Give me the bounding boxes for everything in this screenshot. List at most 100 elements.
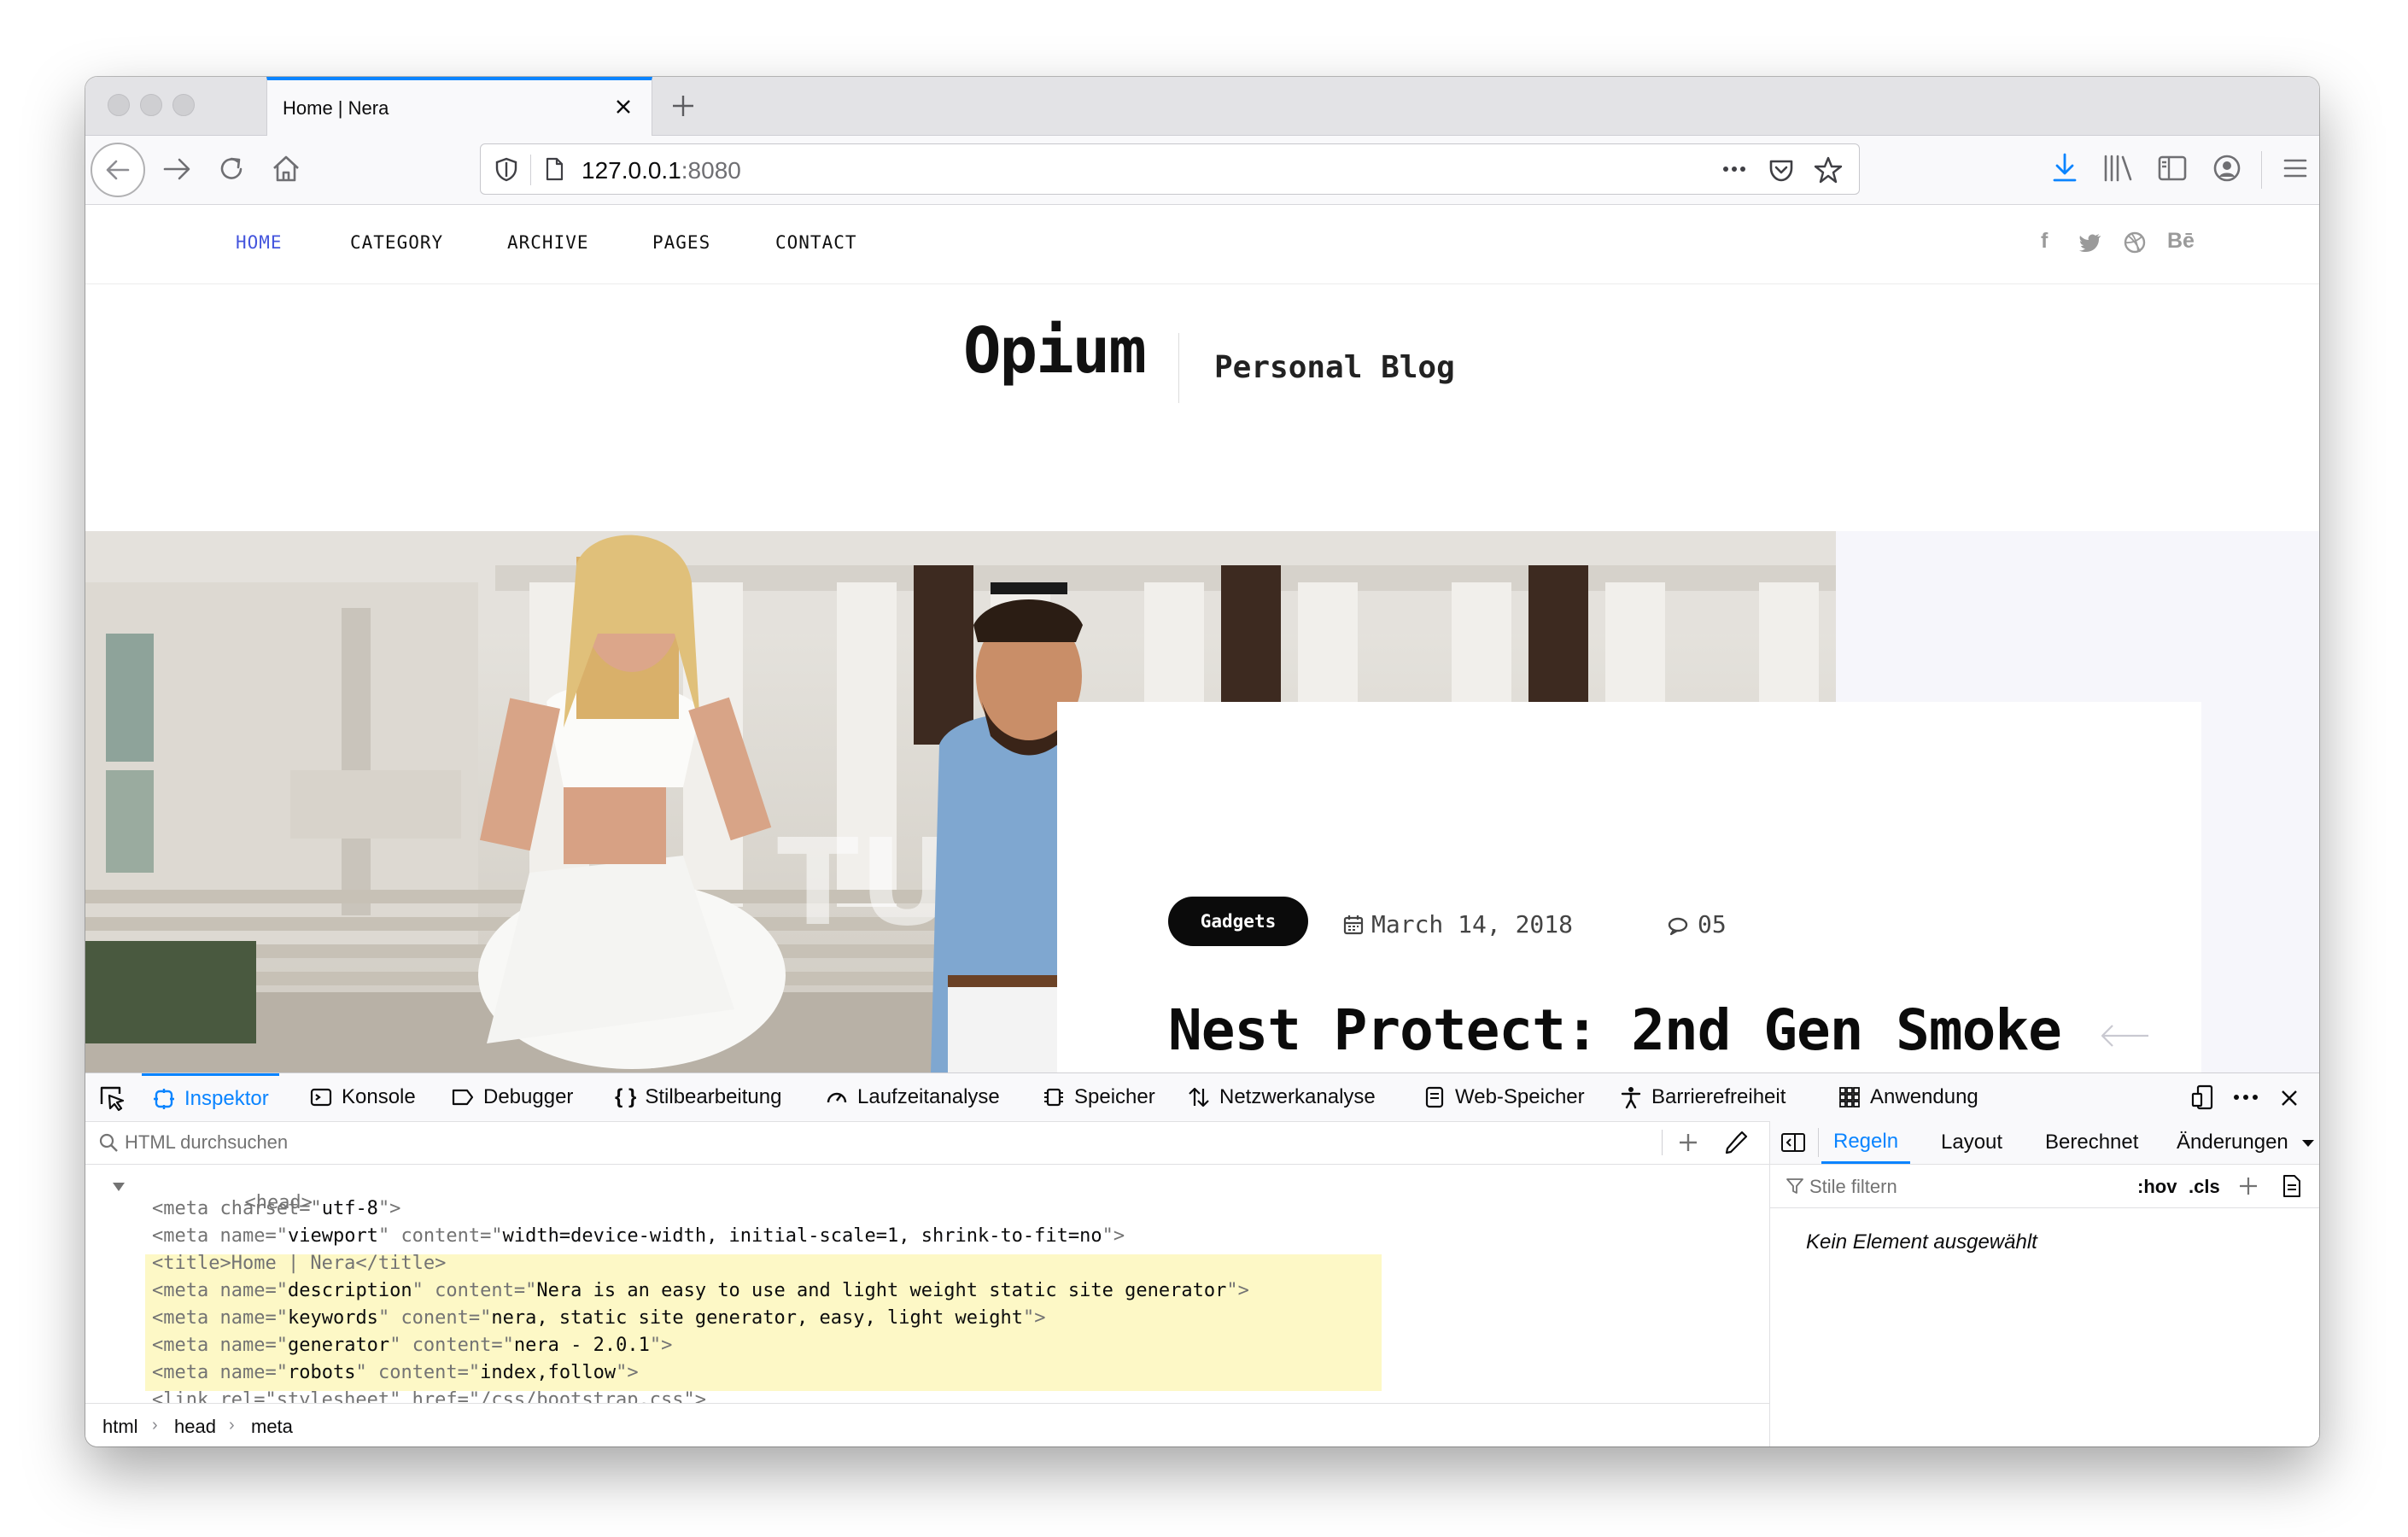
shield-icon[interactable] bbox=[493, 155, 520, 183]
markup-line-3[interactable]: <title>Home | Nera</title> bbox=[152, 1253, 446, 1274]
toggle-panes-icon[interactable] bbox=[1780, 1131, 1806, 1154]
close-devtools-icon[interactable] bbox=[2276, 1085, 2302, 1111]
back-button[interactable] bbox=[91, 143, 145, 197]
text-node: Home | Nera bbox=[231, 1253, 356, 1274]
tabs-overflow-icon[interactable] bbox=[2301, 1138, 2315, 1148]
slider-prev-arrow-icon[interactable] bbox=[2099, 1023, 2150, 1049]
library-icon[interactable] bbox=[2099, 149, 2136, 187]
markup-tree[interactable]: <head> <meta charset="utf-8"> <meta name… bbox=[85, 1166, 1769, 1403]
markup-line-5[interactable]: <meta name="keywords" conent="nera, stat… bbox=[152, 1307, 1045, 1329]
markup-line-7[interactable]: <meta name="robots" content="index,follo… bbox=[152, 1362, 639, 1383]
node-breadcrumbs: html › head › meta bbox=[85, 1403, 1769, 1446]
no-element-selected-message: Kein Element ausgewählt bbox=[1806, 1230, 2037, 1254]
punct: =" bbox=[513, 1280, 537, 1301]
breadcrumb-html[interactable]: html bbox=[102, 1416, 138, 1438]
bookmark-star-icon[interactable] bbox=[1813, 155, 1844, 184]
tab-web-speicher[interactable]: Web-Speicher bbox=[1423, 1073, 1585, 1121]
attr-name: name bbox=[219, 1307, 266, 1329]
attr-value: nera - 2.0.1 bbox=[513, 1335, 650, 1356]
menu-icon[interactable] bbox=[2276, 149, 2314, 187]
punct: =" bbox=[265, 1280, 288, 1301]
nav-pages[interactable]: PAGES bbox=[652, 232, 710, 253]
html-search-input[interactable]: HTML durchsuchen bbox=[125, 1131, 288, 1154]
tab-laufzeitanalyse[interactable]: Laufzeitanalyse bbox=[825, 1073, 1000, 1121]
behance-icon[interactable]: Bē bbox=[2167, 229, 2195, 254]
markup-line-2[interactable]: <meta name="viewport" content="width=dev… bbox=[152, 1225, 1125, 1247]
zoom-window-button[interactable] bbox=[172, 94, 195, 116]
print-media-icon[interactable] bbox=[2281, 1174, 2303, 1198]
tab-speicher[interactable]: Speicher bbox=[1042, 1073, 1155, 1121]
tab-stilbearbeitung[interactable]: { } Stilbearbeitung bbox=[615, 1073, 781, 1121]
attr-name: content bbox=[400, 1225, 481, 1247]
expand-arrow-icon[interactable] bbox=[111, 1181, 126, 1193]
page-icon[interactable] bbox=[541, 155, 568, 183]
dribbble-icon[interactable] bbox=[2123, 231, 2147, 254]
nav-home[interactable]: HOME bbox=[236, 232, 283, 253]
tag: <title> bbox=[152, 1253, 231, 1274]
tab-regeln[interactable]: Regeln bbox=[1821, 1121, 1911, 1164]
nav-contact[interactable]: CONTACT bbox=[775, 232, 857, 253]
tab-layout[interactable]: Layout bbox=[1941, 1121, 2002, 1164]
tab-debugger[interactable]: Debugger bbox=[451, 1073, 573, 1121]
comments-icon bbox=[1668, 917, 1688, 936]
breadcrumb-head[interactable]: head bbox=[174, 1416, 216, 1438]
tab-close-icon[interactable] bbox=[611, 94, 636, 120]
add-rule-icon[interactable] bbox=[2236, 1174, 2260, 1198]
add-node-icon[interactable] bbox=[1675, 1130, 1701, 1155]
forward-icon[interactable] bbox=[157, 149, 196, 189]
tab-netzwerkanalyse[interactable]: Netzwerkanalyse bbox=[1187, 1073, 1376, 1121]
markup-line-1[interactable]: <meta charset="utf-8"> bbox=[152, 1198, 400, 1219]
minimize-window-button[interactable] bbox=[140, 94, 162, 116]
punct: =" bbox=[265, 1335, 288, 1356]
close-window-button[interactable] bbox=[108, 94, 130, 116]
performance-icon bbox=[827, 1092, 847, 1103]
page-actions-icon[interactable] bbox=[1719, 155, 1750, 183]
element-picker-icon[interactable] bbox=[97, 1084, 126, 1113]
url-text[interactable]: 127.0.0.1:8080 bbox=[582, 157, 741, 184]
style-filter-bar[interactable]: Stile filtern :hov .cls bbox=[1770, 1165, 2319, 1208]
url-bar[interactable]: 127.0.0.1:8080 bbox=[480, 143, 1860, 195]
new-tab-icon[interactable] bbox=[666, 89, 700, 123]
twitter-icon[interactable] bbox=[2078, 232, 2102, 253]
tab-konsole[interactable]: Konsole bbox=[309, 1073, 416, 1121]
console-icon bbox=[310, 1088, 332, 1107]
pocket-icon[interactable] bbox=[1767, 155, 1796, 184]
more-options-icon[interactable] bbox=[2230, 1085, 2261, 1109]
download-icon[interactable] bbox=[2048, 149, 2082, 187]
site-brand[interactable]: Opium bbox=[963, 314, 1147, 388]
markup-line-8[interactable]: <link rel="stylesheet" href="/css/bootst… bbox=[152, 1389, 706, 1403]
eyedropper-icon[interactable] bbox=[1723, 1130, 1749, 1155]
reload-icon[interactable] bbox=[212, 149, 251, 189]
tab-anwendung[interactable]: Anwendung bbox=[1838, 1073, 1978, 1121]
tab-aenderungen[interactable]: Änderungen bbox=[2177, 1121, 2288, 1164]
category-badge[interactable]: Gadgets bbox=[1168, 897, 1308, 946]
nav-archive[interactable]: ARCHIVE bbox=[507, 232, 589, 253]
responsive-design-icon[interactable] bbox=[2189, 1084, 2217, 1111]
tab-stilbearbeitung-label: Stilbearbeitung bbox=[645, 1085, 782, 1108]
breadcrumb-meta[interactable]: meta bbox=[251, 1416, 293, 1438]
chevron-right-icon: › bbox=[152, 1416, 158, 1435]
tab-inspektor[interactable]: Inspektor bbox=[142, 1073, 279, 1121]
html-search-bar[interactable]: HTML durchsuchen bbox=[85, 1121, 1769, 1165]
class-toggle[interactable]: .cls bbox=[2189, 1176, 2220, 1198]
hover-state-toggle[interactable]: :hov bbox=[2137, 1176, 2177, 1198]
search-icon bbox=[99, 1133, 118, 1152]
home-icon[interactable] bbox=[266, 149, 306, 189]
tab-berechnet[interactable]: Berechnet bbox=[2045, 1121, 2138, 1164]
account-icon[interactable] bbox=[2208, 149, 2246, 187]
punct: " bbox=[377, 1307, 401, 1329]
attr-value: keywords bbox=[287, 1307, 378, 1329]
style-filter-input[interactable]: Stile filtern bbox=[1809, 1176, 1897, 1198]
tab-debugger-label: Debugger bbox=[483, 1085, 574, 1108]
punct: =" bbox=[480, 1225, 503, 1247]
post-title[interactable]: Nest Protect: 2nd Gen Smoke + CO Alarm bbox=[1168, 992, 2107, 1072]
markup-line-6[interactable]: <meta name="generator" content="nera - 2… bbox=[152, 1335, 672, 1356]
facebook-icon[interactable]: f bbox=[2041, 229, 2048, 254]
tab-barrierefreiheit[interactable]: Barrierefreiheit bbox=[1619, 1073, 1786, 1121]
sidebar-icon[interactable] bbox=[2154, 149, 2191, 187]
punct: =" bbox=[491, 1335, 514, 1356]
nav-category[interactable]: CATEGORY bbox=[350, 232, 443, 253]
markup-line-4[interactable]: <meta name="description" content="Nera i… bbox=[152, 1280, 1249, 1301]
browser-tab-active[interactable]: Home | Nera bbox=[266, 77, 652, 136]
url-host: 127.0.0.1 bbox=[582, 157, 681, 184]
